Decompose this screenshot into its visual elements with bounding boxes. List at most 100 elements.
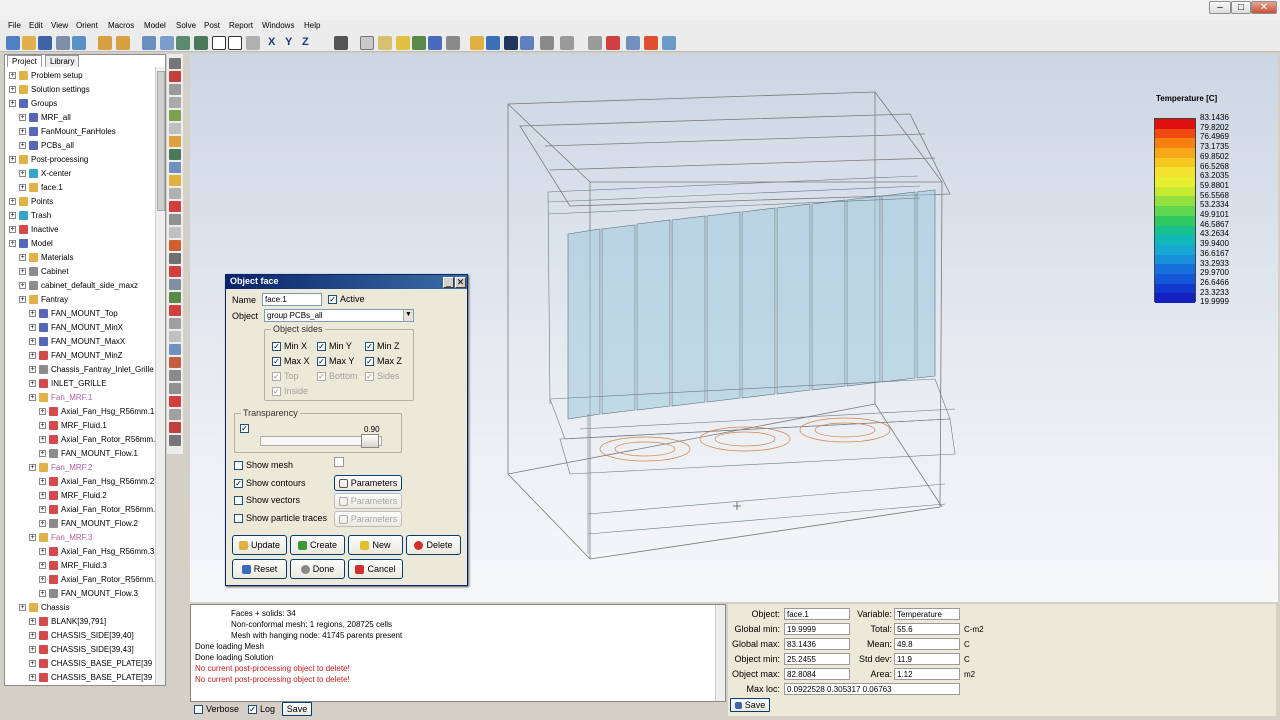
maximize-button[interactable]: □ xyxy=(1231,1,1251,14)
redo-icon[interactable] xyxy=(116,36,130,50)
object-tool-icon[interactable] xyxy=(169,409,181,420)
tree-item[interactable]: + BLANK[39,791] xyxy=(29,615,106,628)
tree-item[interactable]: + CHASSIS_BASE_PLATE[39 xyxy=(29,657,152,670)
tree-item[interactable]: + Chassis xyxy=(19,601,69,614)
name-field[interactable]: face.1 xyxy=(262,293,322,306)
tree-item[interactable]: + CHASSIS_SIDE[39,40] xyxy=(29,629,134,642)
menu-solve[interactable]: Solve xyxy=(176,21,196,30)
tree-scrollbar[interactable] xyxy=(155,67,165,685)
object-tool-icon[interactable] xyxy=(169,292,181,303)
object-tool-icon[interactable] xyxy=(169,136,181,147)
tree-expand-icon[interactable]: + xyxy=(19,604,26,612)
show-mesh-checkbox[interactable]: Show mesh xyxy=(234,460,293,471)
object-tool-icon[interactable] xyxy=(169,435,181,446)
tree-expand-icon[interactable]: + xyxy=(19,268,26,276)
object-tool-icon[interactable] xyxy=(169,188,181,199)
tree-item[interactable]: + Groups xyxy=(9,97,57,110)
tree-expand-icon[interactable]: + xyxy=(39,562,46,570)
tree-expand-icon[interactable]: + xyxy=(29,646,36,654)
close-button[interactable]: ✕ xyxy=(1251,1,1277,14)
object-tool-icon[interactable] xyxy=(169,370,181,381)
create-button[interactable]: Create xyxy=(290,535,345,555)
active-checkbox-box[interactable]: ✓ xyxy=(328,295,337,305)
log-save-button[interactable]: Save xyxy=(282,702,312,716)
zoom-icon[interactable] xyxy=(160,36,174,50)
tree-item[interactable]: + Points xyxy=(9,195,53,208)
object-tool-icon[interactable] xyxy=(169,383,181,394)
min-x-checkbox[interactable]: ✓ Min X xyxy=(272,341,307,352)
tree-expand-icon[interactable]: + xyxy=(29,352,36,360)
tree-expand-icon[interactable]: + xyxy=(9,212,16,220)
tree-item[interactable]: + FAN_MOUNT_Top xyxy=(29,307,118,320)
object-tool-icon[interactable] xyxy=(169,58,181,69)
stats-save-button[interactable]: Save xyxy=(730,698,770,712)
menu-file[interactable]: File xyxy=(8,21,21,30)
tree-expand-icon[interactable]: + xyxy=(29,660,36,668)
tree-item[interactable]: + Axial_Fan_Rotor_R56mm.2 xyxy=(39,503,160,516)
top-checkbox[interactable]: ✓ Top xyxy=(272,371,299,382)
tree-item[interactable]: + FAN_MOUNT_Flow.3 xyxy=(39,587,138,600)
tree-item[interactable]: + Trash xyxy=(9,209,51,222)
align-icon[interactable] xyxy=(334,36,348,50)
undo-icon[interactable] xyxy=(98,36,112,50)
tree-item[interactable]: + Post-processing xyxy=(9,153,88,166)
object-select[interactable]: group PCBs_all ▼ xyxy=(264,309,414,322)
object-tool-icon[interactable] xyxy=(169,201,181,212)
tree-item[interactable]: + Axial_Fan_Hsg_R56mm.3 xyxy=(39,545,154,558)
dialog-minimize-button[interactable]: _ xyxy=(443,277,454,288)
tree-item[interactable]: + Materials xyxy=(19,251,73,264)
tree-item[interactable]: + MRF_all xyxy=(19,111,71,124)
globe-icon[interactable] xyxy=(504,36,518,50)
probe-icon[interactable] xyxy=(662,36,676,50)
tree-expand-icon[interactable]: + xyxy=(39,422,46,430)
object-tool-icon[interactable] xyxy=(169,279,181,290)
orient-y-icon[interactable]: Y xyxy=(285,36,292,48)
minimize-button[interactable]: – xyxy=(1209,1,1231,14)
menu-view[interactable]: View xyxy=(51,21,68,30)
tab-project[interactable]: Project xyxy=(7,55,42,67)
tree-expand-icon[interactable]: + xyxy=(29,310,36,318)
tree-expand-icon[interactable]: + xyxy=(39,492,46,500)
tree-item[interactable]: + Fan_MRF.3 xyxy=(29,531,92,544)
vectors-parameters-button[interactable]: Parameters xyxy=(334,493,402,509)
fit-icon[interactable] xyxy=(176,36,190,50)
sphere-icon[interactable] xyxy=(486,36,500,50)
tree-item[interactable]: + Chassis_Fantray_Inlet_Grille xyxy=(29,363,154,376)
menu-help[interactable]: Help xyxy=(304,21,320,30)
plane-cut-icon[interactable] xyxy=(626,36,640,50)
tree-item[interactable]: + FAN_MOUNT_MinX xyxy=(29,321,123,334)
mesh-color-swatch[interactable] xyxy=(334,457,344,467)
tree-item[interactable]: + Inactive xyxy=(9,223,59,236)
object-tool-icon[interactable] xyxy=(169,123,181,134)
new-button[interactable]: New xyxy=(348,535,403,555)
object-tool-icon[interactable] xyxy=(169,149,181,160)
tree-expand-icon[interactable]: + xyxy=(19,184,26,192)
object-tool-icon[interactable] xyxy=(169,162,181,173)
plate-icon[interactable] xyxy=(378,36,392,50)
tree-item[interactable]: + MRF_Fluid.1 xyxy=(39,419,107,432)
object-tool-icon[interactable] xyxy=(169,305,181,316)
log-checkbox[interactable]: ✓ Log xyxy=(248,704,275,715)
tree-expand-icon[interactable]: + xyxy=(9,156,16,164)
tree-item[interactable]: + FAN_MOUNT_MinZ xyxy=(29,349,123,362)
object-tool-icon[interactable] xyxy=(169,318,181,329)
tab-library[interactable]: Library xyxy=(45,55,80,67)
menu-report[interactable]: Report xyxy=(229,21,253,30)
rotate-icon[interactable] xyxy=(194,36,208,50)
menu-orient[interactable]: Orient xyxy=(76,21,98,30)
object-tool-icon[interactable] xyxy=(169,266,181,277)
tree-item[interactable]: + Fantray xyxy=(19,293,68,306)
new-icon[interactable] xyxy=(6,36,20,50)
tree-expand-icon[interactable]: + xyxy=(19,128,26,136)
tree-expand-icon[interactable]: + xyxy=(29,394,36,402)
tree-expand-icon[interactable]: + xyxy=(29,618,36,626)
tree-item[interactable]: + Model xyxy=(9,237,53,250)
menu-post[interactable]: Post xyxy=(204,21,220,30)
contours-parameters-button[interactable]: Parameters xyxy=(334,475,402,491)
object-tool-icon[interactable] xyxy=(169,84,181,95)
point-icon[interactable] xyxy=(540,36,554,50)
tree-item[interactable]: + X-center xyxy=(19,167,71,180)
min-z-checkbox[interactable]: ✓ Min Z xyxy=(365,341,400,352)
show-contours-checkbox[interactable]: ✓ Show contours xyxy=(234,478,306,489)
tree-expand-icon[interactable]: + xyxy=(9,240,16,248)
